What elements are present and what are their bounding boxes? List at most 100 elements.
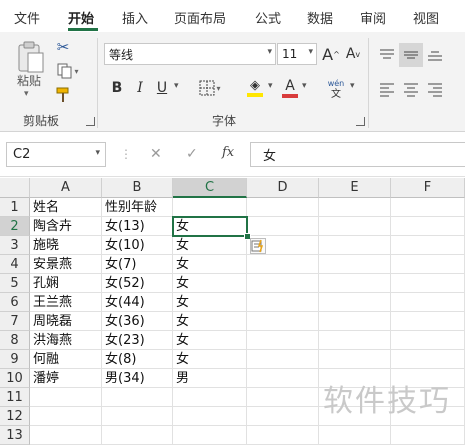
tab-page-layout[interactable]: 页面布局	[174, 8, 226, 27]
cell[interactable]	[391, 426, 465, 445]
cell[interactable]: 女(13)	[102, 217, 173, 236]
cell[interactable]	[391, 236, 465, 255]
fill-color-button[interactable]: ◈	[240, 76, 270, 100]
row-header[interactable]: 10	[0, 369, 30, 388]
cell[interactable]	[247, 274, 319, 293]
cell[interactable]: 女	[173, 350, 247, 369]
cell[interactable]	[319, 255, 391, 274]
cell[interactable]: 潘婷	[30, 369, 102, 388]
tab-data[interactable]: 数据	[307, 8, 333, 27]
cell[interactable]: 男(34)	[102, 369, 173, 388]
underline-button[interactable]: U	[153, 78, 171, 98]
align-top-button[interactable]	[376, 44, 398, 66]
cell[interactable]: 女	[173, 236, 247, 255]
cell[interactable]	[319, 331, 391, 350]
cell[interactable]	[173, 198, 247, 217]
cell[interactable]	[173, 388, 247, 407]
font-color-button[interactable]: A	[280, 76, 300, 100]
tab-view[interactable]: 视图	[413, 8, 439, 27]
align-bottom-button[interactable]	[424, 44, 446, 66]
cell[interactable]	[247, 293, 319, 312]
cell[interactable]	[173, 407, 247, 426]
cancel-icon[interactable]: ✕	[150, 146, 162, 162]
cell[interactable]	[247, 198, 319, 217]
cell[interactable]: 女	[173, 293, 247, 312]
cell[interactable]: 女(36)	[102, 312, 173, 331]
cell[interactable]	[391, 312, 465, 331]
cell[interactable]: 女	[173, 274, 247, 293]
cell[interactable]	[319, 274, 391, 293]
row-header[interactable]: 11	[0, 388, 30, 407]
cell[interactable]	[102, 426, 173, 445]
cell[interactable]	[319, 293, 391, 312]
tab-review[interactable]: 审阅	[360, 8, 386, 27]
chevron-down-icon[interactable]: ▾	[302, 81, 307, 91]
name-box[interactable]: C2 ▾	[6, 142, 106, 167]
more-options-icon[interactable]: ⋮	[120, 147, 132, 161]
cell[interactable]	[319, 426, 391, 445]
font-size-select[interactable]: 11 ▾	[277, 43, 317, 65]
tab-file[interactable]: 文件	[14, 8, 40, 27]
cell[interactable]: 陶含卉	[30, 217, 102, 236]
cell[interactable]: 男	[173, 369, 247, 388]
row-header[interactable]: 3	[0, 236, 30, 255]
paste-button[interactable]	[14, 40, 48, 74]
shrink-font-button[interactable]: Av	[343, 44, 363, 64]
font-name-select[interactable]: 等线 ▾	[104, 43, 276, 65]
cell[interactable]	[247, 350, 319, 369]
cell[interactable]	[391, 331, 465, 350]
cell[interactable]	[391, 293, 465, 312]
cell[interactable]: 性别年龄	[102, 198, 173, 217]
row-header[interactable]: 5	[0, 274, 30, 293]
row-header[interactable]: 8	[0, 331, 30, 350]
cell[interactable]	[247, 369, 319, 388]
cell[interactable]	[319, 236, 391, 255]
cell[interactable]: 姓名	[30, 198, 102, 217]
cell[interactable]: 安景燕	[30, 255, 102, 274]
cell[interactable]: 女	[173, 331, 247, 350]
cell[interactable]: 女(8)	[102, 350, 173, 369]
font-launcher-icon[interactable]	[356, 117, 365, 126]
cell[interactable]: 女(52)	[102, 274, 173, 293]
cell[interactable]	[247, 312, 319, 331]
cell[interactable]	[102, 388, 173, 407]
cell[interactable]: 女	[173, 255, 247, 274]
copy-button[interactable]: ▾	[54, 62, 82, 80]
cell[interactable]	[247, 331, 319, 350]
cell[interactable]: 女(7)	[102, 255, 173, 274]
tab-insert[interactable]: 插入	[122, 8, 148, 27]
tab-formulas[interactable]: 公式	[255, 8, 281, 27]
cell[interactable]: 何融	[30, 350, 102, 369]
phonetic-guide-button[interactable]: wén 文	[322, 76, 350, 102]
cell[interactable]	[319, 312, 391, 331]
row-header[interactable]: 6	[0, 293, 30, 312]
cell[interactable]: 洪海燕	[30, 331, 102, 350]
select-all-corner[interactable]	[0, 178, 30, 198]
grow-font-button[interactable]: A ^	[321, 44, 341, 64]
cut-icon[interactable]: ✂	[54, 38, 72, 56]
cell[interactable]	[319, 350, 391, 369]
cell[interactable]	[247, 426, 319, 445]
row-header[interactable]: 1	[0, 198, 30, 217]
cell[interactable]	[319, 217, 391, 236]
cell[interactable]	[391, 198, 465, 217]
insert-function-icon[interactable]: fx	[222, 145, 234, 160]
align-middle-button[interactable]	[399, 43, 423, 67]
row-header[interactable]: 13	[0, 426, 30, 445]
row-header[interactable]: 2	[0, 217, 30, 236]
cell[interactable]	[247, 407, 319, 426]
cell[interactable]	[391, 255, 465, 274]
cell[interactable]: 女(23)	[102, 331, 173, 350]
cell[interactable]: 王兰燕	[30, 293, 102, 312]
cell[interactable]: 孔娴	[30, 274, 102, 293]
enter-icon[interactable]: ✓	[186, 146, 198, 162]
italic-button[interactable]: I	[131, 78, 149, 98]
chevron-down-icon[interactable]: ▾	[24, 89, 29, 99]
cell[interactable]: 女(10)	[102, 236, 173, 255]
align-center-button[interactable]	[400, 78, 422, 100]
cell[interactable]: 施晓	[30, 236, 102, 255]
cell[interactable]: 女(44)	[102, 293, 173, 312]
cell[interactable]	[30, 388, 102, 407]
column-header-f[interactable]: F	[391, 178, 465, 198]
cell[interactable]	[247, 217, 319, 236]
